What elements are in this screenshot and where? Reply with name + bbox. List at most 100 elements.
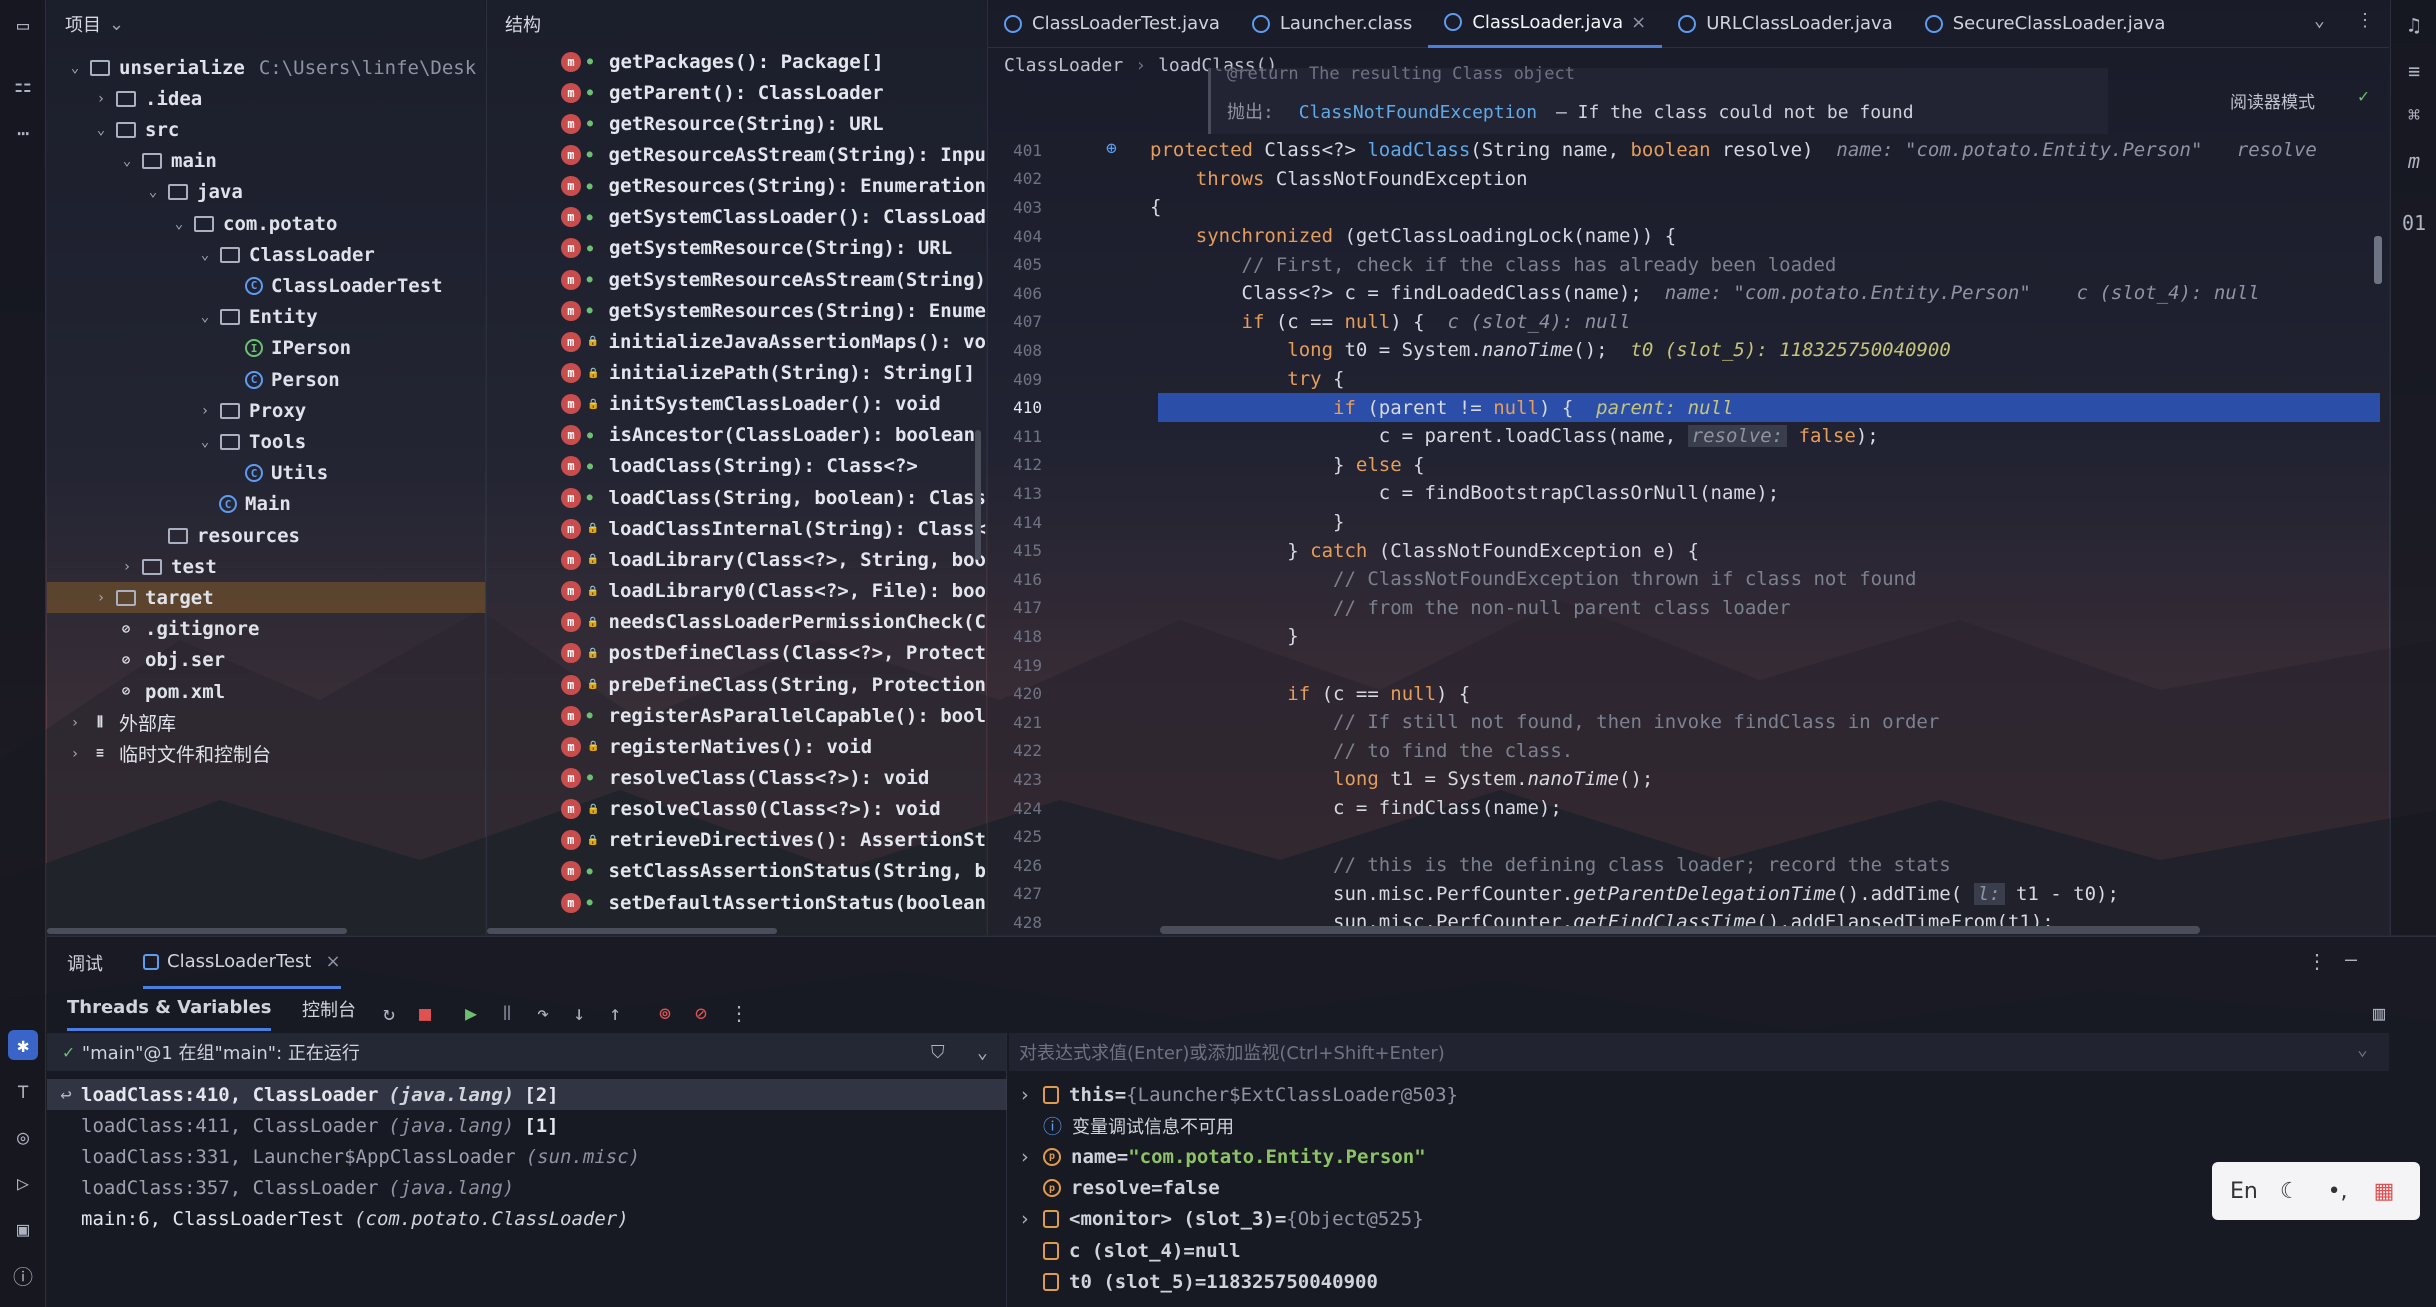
tree-item[interactable]: ⌄ src xyxy=(47,114,485,145)
line-number[interactable]: 422 xyxy=(988,741,1050,760)
chevron-right-icon[interactable]: › xyxy=(1019,1084,1043,1106)
tree-item[interactable]: ⊘ obj.ser xyxy=(47,645,485,676)
editor-vertical-scrollbar[interactable] xyxy=(2374,236,2382,284)
stack-frame[interactable]: ↩ loadClass:410, ClassLoader (java.lang) [2… xyxy=(47,1079,1007,1110)
line-number[interactable]: 418 xyxy=(988,627,1050,646)
tree-item[interactable]: › ⫼ 外部库 xyxy=(47,707,485,738)
line-number[interactable]: 412 xyxy=(988,455,1050,474)
structure-item[interactable]: m 🔒 initializePath(String): String[] xyxy=(487,358,986,389)
more-debug-actions-icon[interactable]: ⋮ xyxy=(725,999,753,1027)
structure-tool-icon[interactable]: ⚏ xyxy=(8,70,38,100)
line-number[interactable]: 404 xyxy=(988,227,1050,246)
line-number[interactable]: 407 xyxy=(988,312,1050,331)
tree-item[interactable]: C Main xyxy=(47,489,485,520)
chevron-down-icon[interactable]: ⌄ xyxy=(169,216,189,232)
structure-item[interactable]: m ● getSystemResourceAsStream(String) xyxy=(487,264,986,295)
step-over-icon[interactable]: ↷ xyxy=(529,999,557,1027)
project-panel-header[interactable]: 项目 ⌄ xyxy=(47,0,485,48)
tabs-dropdown-icon[interactable]: ⌄ xyxy=(2314,10,2325,31)
structure-item[interactable]: m 🔒 retrieveDirectives(): AssertionSt xyxy=(487,825,986,856)
evaluate-expression-input[interactable]: 对表达式求值(Enter)或添加监视(Ctrl+Shift+Enter) xyxy=(1009,1033,2389,1071)
code-line[interactable]: 404 synchronized (getClassLoadingLock(na… xyxy=(988,222,2389,251)
code-line[interactable]: 424 c = findClass(name); xyxy=(988,794,2389,823)
variable-row[interactable]: › this = {Launcher$ExtClassLoader@503} xyxy=(1019,1079,1458,1110)
structure-item[interactable]: m ● getPackages(): Package[] xyxy=(487,46,986,77)
punctuation-icon[interactable]: •, xyxy=(2328,1179,2348,1204)
line-number[interactable]: 406 xyxy=(988,284,1050,303)
stack-frame[interactable]: loadClass:331, Launcher$AppClassLoader (s… xyxy=(47,1141,1007,1172)
run-tool-icon[interactable]: ▷ xyxy=(8,1168,38,1198)
tab-console[interactable]: 控制台 xyxy=(302,987,356,1031)
structure-item[interactable]: m 🔒 initSystemClassLoader(): void xyxy=(487,389,986,420)
code-line[interactable]: 412 } else { xyxy=(988,451,2389,480)
structure-item[interactable]: m ● setDefaultAssertionStatus(boolean xyxy=(487,887,986,918)
resume-icon[interactable]: ▶ xyxy=(457,999,485,1027)
tree-item[interactable]: ⌄ ClassLoader xyxy=(47,239,485,270)
structure-item[interactable]: m ● getSystemClassLoader(): ClassLoad xyxy=(487,202,986,233)
stop-icon[interactable]: ■ xyxy=(411,999,439,1027)
stack-frame[interactable]: loadClass:411, ClassLoader (java.lang) [1] xyxy=(47,1110,1007,1141)
code-line[interactable]: 423 long t1 = System.nanoTime(); xyxy=(988,765,2389,794)
code-line[interactable]: 405 // First, check if the class has alr… xyxy=(988,250,2389,279)
variable-row[interactable]: p resolve = false xyxy=(1019,1173,1220,1204)
horizontal-scrollbar[interactable] xyxy=(47,928,347,934)
structure-item[interactable]: m ● getParent(): ClassLoader xyxy=(487,77,986,108)
problems-tool-icon[interactable]: ⓘ xyxy=(8,1260,38,1290)
structure-item[interactable]: m 🔒 loadClassInternal(String): Class< xyxy=(487,513,986,544)
line-number[interactable]: 423 xyxy=(988,770,1050,789)
tab-urlclassloader-java[interactable]: URLClassLoader.java xyxy=(1662,0,1909,48)
layout-icon[interactable]: ▥ xyxy=(2365,999,2393,1027)
structure-item[interactable]: m ● loadClass(String, boolean): Class xyxy=(487,482,986,513)
structure-item[interactable]: m ● registerAsParallelCapable(): bool xyxy=(487,700,986,731)
code-line[interactable]: 411 c = parent.loadClass(name, resolve: … xyxy=(988,422,2389,451)
gradle-icon[interactable]: ⌘ xyxy=(2399,100,2429,130)
ime-lang[interactable]: En xyxy=(2230,1179,2258,1204)
stack-frame[interactable]: main:6, ClassLoaderTest (com.potato.Class… xyxy=(47,1204,1007,1235)
line-number[interactable]: 410 xyxy=(988,398,1050,417)
code-line[interactable]: 419 xyxy=(988,651,2389,680)
variable-row[interactable]: ⓘ 变量调试信息不可用 xyxy=(1019,1110,1234,1141)
chevron-down-icon[interactable]: ⌄ xyxy=(195,309,215,325)
line-number[interactable]: 413 xyxy=(988,484,1050,503)
chevron-right-icon[interactable]: › xyxy=(195,403,215,419)
chevron-down-icon[interactable]: ⌄ xyxy=(977,1042,988,1063)
line-number[interactable]: 411 xyxy=(988,427,1050,446)
tree-item[interactable]: ⊘ .gitignore xyxy=(47,614,485,645)
pause-icon[interactable]: Ⅱ xyxy=(493,999,521,1027)
chevron-down-icon[interactable]: ⌄ xyxy=(195,247,215,263)
vertical-scrollbar[interactable] xyxy=(975,430,981,560)
tab-launcher-class[interactable]: Launcher.class xyxy=(1236,0,1428,48)
ime-toolbar[interactable]: En ☾ •, ▦ xyxy=(2212,1162,2420,1220)
code-line[interactable]: 406 Class<?> c = findLoadedClass(name); … xyxy=(988,279,2389,308)
code-line[interactable]: 403 { xyxy=(988,193,2389,222)
reader-mode-toggle[interactable]: 阅读器模式 xyxy=(2230,88,2315,113)
tree-item[interactable]: ⌄ main xyxy=(47,146,485,177)
debug-tool-icon[interactable]: ✱ xyxy=(8,1030,38,1060)
chevron-right-icon[interactable]: › xyxy=(117,559,137,575)
code-line[interactable]: 420 if (c == null) { xyxy=(988,679,2389,708)
line-number[interactable]: 416 xyxy=(988,570,1050,589)
structure-item[interactable]: m ● getResourceAsStream(String): Inpu xyxy=(487,139,986,170)
structure-item[interactable]: m ● isAncestor(ClassLoader): boolean xyxy=(487,420,986,451)
step-out-icon[interactable]: ↑ xyxy=(601,999,629,1027)
tree-item[interactable]: ⌄ Tools xyxy=(47,426,485,457)
line-number[interactable]: 414 xyxy=(988,513,1050,532)
tree-item[interactable]: › target xyxy=(47,582,485,614)
line-number[interactable]: 419 xyxy=(988,656,1050,675)
chevron-right-icon[interactable]: › xyxy=(1019,1146,1043,1168)
line-number[interactable]: 408 xyxy=(988,341,1050,360)
code-line[interactable]: 402 throws ClassNotFoundException xyxy=(988,165,2389,194)
mute-breakpoints-icon[interactable]: ⊘ xyxy=(687,999,715,1027)
structure-item[interactable]: m 🔒 preDefineClass(String, Protection xyxy=(487,669,986,700)
structure-item[interactable]: m ● loadClass(String): Class<?> xyxy=(487,451,986,482)
rerun-icon[interactable]: ↻ xyxy=(375,999,403,1027)
tab-secureclassloader-java[interactable]: SecureClassLoader.java xyxy=(1909,0,2182,48)
tree-item[interactable]: ⌄ Entity xyxy=(47,302,485,333)
code-line[interactable]: 418 } xyxy=(988,622,2389,651)
tree-item[interactable]: C ClassLoaderTest xyxy=(47,270,485,301)
code-line[interactable]: 407 if (c == null) { c (slot_4): null xyxy=(988,308,2389,337)
tree-item[interactable]: C Utils xyxy=(47,458,485,489)
chevron-right-icon[interactable]: › xyxy=(91,91,111,107)
more-tools-icon[interactable]: ⋯ xyxy=(8,118,38,148)
structure-item[interactable]: m 🔒 needsClassLoaderPermissionCheck(C xyxy=(487,607,986,638)
